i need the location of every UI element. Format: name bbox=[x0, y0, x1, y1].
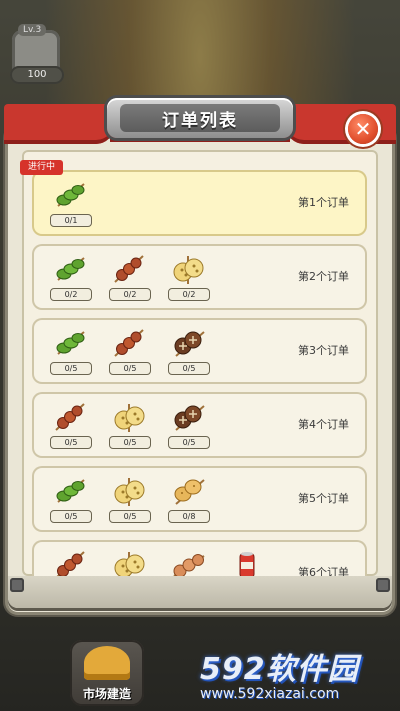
meatball-skewer-icon bbox=[173, 554, 205, 576]
soda-can-icon bbox=[239, 552, 255, 576]
lotus-root-skewer-icon bbox=[114, 478, 145, 506]
order-label: 第6个订单 bbox=[298, 566, 349, 576]
lotus-root-skewer-icon bbox=[114, 404, 145, 432]
order-item: 0/5 bbox=[48, 328, 92, 375]
order-item bbox=[225, 550, 269, 576]
order-item: 0/5 bbox=[107, 476, 151, 523]
market-build-button[interactable]: 市场建造 bbox=[70, 640, 144, 706]
order-item: 0/5 bbox=[107, 402, 151, 449]
bolt-icon bbox=[10, 578, 24, 592]
meat-skewer-icon bbox=[114, 329, 144, 357]
green-pepper-skewer-icon bbox=[56, 479, 85, 503]
dialog-title: 订单列表 bbox=[120, 104, 280, 132]
order-item: 0/5 bbox=[107, 328, 151, 375]
item-count: 0/2 bbox=[168, 288, 210, 301]
close-button[interactable]: ✕ bbox=[348, 114, 378, 144]
mushroom-skewer-icon bbox=[174, 405, 205, 431]
mushroom-skewer-icon bbox=[174, 331, 205, 357]
curtain-left bbox=[4, 104, 114, 144]
order-label: 第4个订单 bbox=[298, 418, 349, 431]
site-watermark: 592软件园 www.592xiazai.com bbox=[200, 644, 396, 708]
order-item: 0/8 bbox=[166, 476, 210, 523]
meat-skewer-icon bbox=[114, 255, 144, 283]
item-count: 0/5 bbox=[109, 362, 151, 375]
curtain-right bbox=[286, 104, 396, 144]
item-count: 0/5 bbox=[109, 436, 151, 449]
bolt-icon bbox=[376, 578, 390, 592]
item-count: 0/1 bbox=[50, 214, 92, 227]
green-pepper-skewer-icon bbox=[56, 331, 85, 355]
item-count: 0/5 bbox=[50, 436, 92, 449]
watermark-url: www.592xiazai.com bbox=[200, 686, 340, 702]
close-icon: ✕ bbox=[354, 117, 372, 141]
status-badge: 进行中 bbox=[20, 160, 64, 175]
lotus-root-skewer-icon bbox=[173, 256, 204, 284]
order-card[interactable]: 第6个订单 bbox=[34, 542, 365, 576]
item-count: 0/5 bbox=[50, 362, 92, 375]
dialog-footer bbox=[8, 576, 392, 608]
order-card[interactable]: 0/1 第1个订单 bbox=[34, 172, 365, 234]
order-item: 0/2 bbox=[166, 254, 210, 301]
dialog-title-plate: 订单列表 bbox=[107, 98, 293, 138]
item-count: 0/5 bbox=[168, 362, 210, 375]
item-count: 0/5 bbox=[168, 436, 210, 449]
order-card[interactable]: 0/5 0/5 0/8 第5个订单 bbox=[34, 468, 365, 530]
order-card[interactable]: 0/5 0/5 0/5 第4个订单 bbox=[34, 394, 365, 456]
order-label: 第3个订单 bbox=[298, 344, 349, 357]
order-item bbox=[166, 550, 210, 576]
order-item: 0/2 bbox=[48, 254, 92, 301]
order-list-container[interactable]: 0/1 第1个订单 0/2 0/2 0/2 第2个订单 0/5 0/5 0/5 第3个订单 0/5 0… bbox=[22, 150, 378, 576]
order-item: 0/5 bbox=[48, 476, 92, 523]
market-build-label: 市场建造 bbox=[82, 687, 131, 701]
order-item: 0/5 bbox=[166, 328, 210, 375]
item-count: 0/5 bbox=[50, 510, 92, 523]
lotus-root-skewer-icon bbox=[114, 552, 145, 576]
order-item: 0/5 bbox=[166, 402, 210, 449]
item-count: 0/2 bbox=[109, 288, 151, 301]
item-count: 0/2 bbox=[50, 288, 92, 301]
order-item bbox=[48, 550, 92, 576]
order-item: 0/5 bbox=[48, 402, 92, 449]
coin-counter: 100 bbox=[10, 66, 64, 84]
order-card[interactable]: 0/5 0/5 0/5 第3个订单 bbox=[34, 320, 365, 382]
item-count: 0/8 bbox=[168, 510, 210, 523]
green-pepper-skewer-icon bbox=[56, 183, 85, 207]
order-label: 第5个订单 bbox=[298, 492, 349, 505]
item-count: 0/5 bbox=[109, 510, 151, 523]
hard-hat-icon bbox=[84, 646, 130, 680]
meat-skewer-icon bbox=[55, 403, 85, 431]
potato-skewer-icon bbox=[174, 479, 205, 505]
order-card[interactable]: 0/2 0/2 0/2 第2个订单 bbox=[34, 246, 365, 308]
green-pepper-skewer-icon bbox=[56, 257, 85, 281]
watermark-brand: 592软件园 bbox=[200, 652, 359, 687]
level-tag: Lv.3 bbox=[18, 24, 47, 36]
order-label: 第1个订单 bbox=[298, 196, 349, 209]
order-item bbox=[107, 550, 151, 576]
meat-skewer-icon bbox=[56, 551, 85, 576]
order-label: 第2个订单 bbox=[298, 270, 349, 283]
order-item: 0/2 bbox=[107, 254, 151, 301]
order-item: 0/1 bbox=[48, 180, 92, 227]
